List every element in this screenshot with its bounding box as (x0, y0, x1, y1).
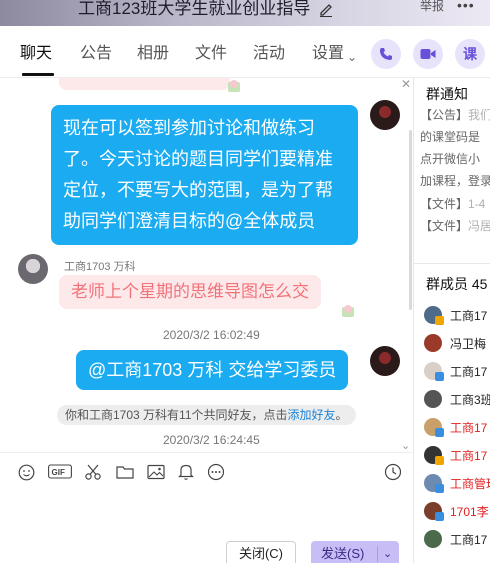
member-name: 冯卫梅 (450, 337, 487, 351)
gif-icon[interactable]: GIF (48, 463, 72, 481)
member-role-badge-icon (435, 372, 444, 381)
member-name: 工商17 (450, 449, 488, 463)
member-name: 工商17 (450, 533, 488, 547)
member-role-badge-icon (435, 428, 444, 437)
member-role-badge-icon (435, 316, 444, 325)
member-name: 工商17 (450, 421, 488, 435)
video-call-button[interactable] (413, 39, 443, 69)
title-bar: 工商123班大学生就业创业指导 举报 ••• (0, 0, 490, 26)
screenshot-icon[interactable] (84, 463, 102, 481)
message-timestamp: 2020/3/2 16:02:49 (163, 328, 260, 342)
member-role-badge-icon (435, 512, 444, 521)
chat-area: ✕ 现在可以签到参加讨论和做练习了。今天讨论的题目同学们要精准定位，不要写大的范… (0, 78, 413, 452)
member-role-badge-icon (435, 484, 444, 493)
sender-name: 工商1703 万科 (64, 261, 136, 273)
member-avatar (424, 530, 442, 548)
folder-icon[interactable] (116, 463, 134, 481)
member-item[interactable]: 工商17 (424, 444, 490, 466)
voice-call-button[interactable] (371, 39, 401, 69)
member-name: 工商17 (450, 309, 488, 323)
send-button[interactable]: 发送(S) ⌄ (311, 541, 399, 563)
tab-chat[interactable]: 聊天 (20, 44, 52, 64)
member-item[interactable]: 工商3班 (424, 388, 490, 410)
tab-settings[interactable]: 设置 (312, 44, 344, 64)
member-name: 1701李 (450, 505, 489, 519)
message-bubble-partial (59, 78, 230, 90)
member-name: 工商3班 (450, 393, 490, 407)
edit-title-icon[interactable] (318, 1, 334, 17)
member-item[interactable]: 工商管理 (424, 472, 490, 494)
member-avatar (424, 390, 442, 408)
clock-icon[interactable] (384, 463, 402, 481)
bell-icon[interactable] (177, 463, 195, 481)
classroom-label: 课 (463, 46, 477, 62)
emoji-icon[interactable] (17, 463, 35, 481)
add-friend-link[interactable]: 添加好友 (288, 408, 336, 422)
member-item[interactable]: 冯卫梅 (424, 332, 490, 354)
tab-files[interactable]: 文件 (195, 44, 227, 64)
phone-icon (380, 48, 392, 60)
tab-bar: 聊天 公告 相册 文件 活动 设置 ⌄ 课 (0, 26, 490, 78)
image-icon[interactable] (147, 463, 165, 481)
member-name: 工商17 (450, 365, 488, 379)
report-link[interactable]: 举报 (420, 0, 444, 12)
member-role-badge-icon (435, 456, 444, 465)
chevron-down-icon[interactable]: ⌄ (347, 47, 357, 67)
active-tab-indicator (22, 73, 54, 76)
avatar[interactable] (18, 254, 48, 284)
send-label: 发送(S) (321, 546, 365, 561)
chat-scrollbar[interactable] (409, 130, 412, 310)
tab-announcements[interactable]: 公告 (80, 44, 112, 64)
svg-text:GIF: GIF (52, 468, 65, 477)
divider (414, 263, 490, 264)
sticker-icon (228, 80, 240, 92)
member-name: 工商管理 (450, 477, 490, 491)
tab-album[interactable]: 相册 (137, 44, 169, 64)
system-notice: 你和工商1703 万科有11个共同好友，点击添加好友。 (57, 405, 356, 425)
file-item[interactable]: 【文件】冯居 (420, 217, 490, 235)
avatar[interactable] (370, 100, 400, 130)
classroom-button[interactable]: 课 (455, 39, 485, 69)
close-button[interactable]: 关闭(C) (226, 541, 296, 563)
group-title: 工商123班大学生就业创业指导 (78, 0, 311, 18)
video-icon (420, 49, 436, 59)
group-info-panel: 群通知 【公告】我们 的课堂码是 点开微信小 加课程，登录 【文件】1-4 【文… (413, 78, 490, 563)
send-options-chevron-icon[interactable]: ⌄ (383, 541, 392, 563)
more-tools-icon[interactable] (207, 463, 225, 481)
tab-activities[interactable]: 活动 (253, 44, 285, 64)
message-bubble: @工商1703 万科 交给学习委员 (76, 350, 349, 390)
message-input[interactable] (0, 488, 413, 540)
member-item[interactable]: 工商17 (424, 360, 490, 382)
message-timestamp: 2020/3/2 16:24:45 (163, 433, 260, 447)
avatar[interactable] (370, 346, 400, 376)
notice-line: 的课堂码是 (420, 130, 481, 144)
notice-line: 点开微信小 (420, 152, 481, 166)
input-toolbar: GIF (0, 452, 413, 488)
member-item[interactable]: 工商17 (424, 304, 490, 326)
send-divider (377, 546, 378, 562)
member-item[interactable]: 工商17 (424, 528, 490, 550)
message-bubble: 老师上个星期的思维导图怎么交 (59, 275, 321, 309)
member-item[interactable]: 工商17 (424, 416, 490, 438)
file-item[interactable]: 【文件】1-4 (420, 195, 485, 213)
members-title[interactable]: 群成员 45 (426, 274, 487, 294)
notice-title[interactable]: 群通知 (426, 84, 468, 104)
sticker-icon (342, 305, 354, 317)
scroll-down-icon[interactable]: ⌄ (401, 439, 410, 452)
system-notice-suffix: 。 (335, 408, 348, 422)
notice-line: 【公告】我们 (420, 108, 490, 122)
member-avatar (424, 334, 442, 352)
close-icon[interactable]: ✕ (401, 78, 411, 91)
member-item[interactable]: 1701李 (424, 500, 490, 522)
message-bubble: 现在可以签到参加讨论和做练习了。今天讨论的题目同学们要精准定位，不要写大的范围，… (51, 105, 358, 245)
system-notice-text: 你和工商1703 万科有11个共同好友，点击 (65, 408, 288, 422)
notice-line: 加课程，登录 (420, 174, 490, 188)
more-options-icon[interactable]: ••• (457, 0, 475, 12)
